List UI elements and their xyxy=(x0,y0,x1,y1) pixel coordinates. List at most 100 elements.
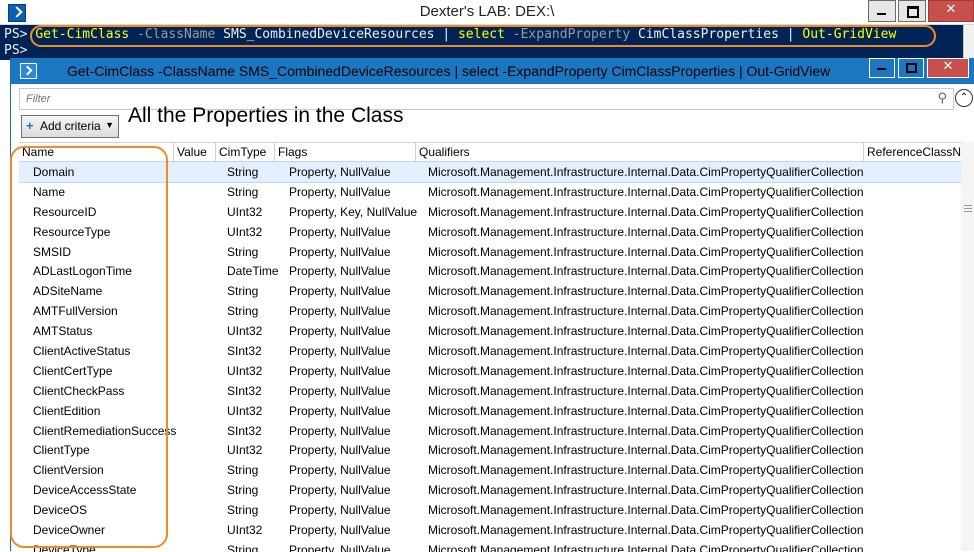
cell-name: DeviceOS xyxy=(33,503,88,518)
cell-cimtype: UInt32 xyxy=(227,363,263,378)
cell-value xyxy=(174,182,214,202)
cell-cimtype: String xyxy=(227,483,259,498)
cell-qualifiers: Microsoft.Management.Infrastructure.Inte… xyxy=(428,403,864,418)
table-row[interactable]: ClientRemediationSuccess SInt32 Property, … xyxy=(19,421,961,441)
collapse-icon[interactable]: ⌃ xyxy=(955,89,973,107)
minimize-button[interactable] xyxy=(869,58,895,78)
cell-qualifiers: Microsoft.Management.Infrastructure.Inte… xyxy=(428,542,864,552)
table-row[interactable]: DeviceAccessState String Property, NullVal… xyxy=(19,480,961,500)
cell-cimtype: SInt32 xyxy=(227,423,262,438)
cell-flags: Property, NullValue xyxy=(289,165,391,179)
console-scrollbar[interactable] xyxy=(963,25,974,60)
table-row[interactable]: AMTFullVersion String Property, NullValue M… xyxy=(19,301,961,321)
cell-qualifiers: Microsoft.Management.Infrastructure.Inte… xyxy=(428,523,864,538)
cell-value xyxy=(174,301,214,321)
cell-value xyxy=(174,540,214,552)
table-row[interactable]: Name String Property, NullValue Microsoft.M… xyxy=(19,182,961,202)
cell-name: ResourceID xyxy=(33,204,97,219)
add-criteria-button[interactable]: + Add criteria ▼ xyxy=(21,115,119,138)
outer-window-title: Dexter's LAB: DEX:\ xyxy=(419,3,555,20)
cell-qualifiers: Microsoft.Management.Infrastructure.Inte… xyxy=(428,244,864,259)
cell-name: ClientType xyxy=(33,443,90,458)
table-row[interactable]: ClientActiveStatus SInt32 Property, NullVa… xyxy=(19,341,961,361)
cell-name: ClientEdition xyxy=(33,403,101,418)
cell-cimtype: SInt32 xyxy=(227,383,262,398)
cell-qualifiers: Microsoft.Management.Infrastructure.Inte… xyxy=(428,224,864,239)
maximize-icon xyxy=(906,63,917,73)
cell-name: AMTStatus xyxy=(33,324,93,339)
table-row[interactable]: ClientEdition UInt32 Property, NullValue Mi… xyxy=(19,401,961,421)
cell-qualifiers: Microsoft.Management.Infrastructure.Inte… xyxy=(428,184,864,199)
table-row[interactable]: AMTStatus UInt32 Property, NullValue Micros… xyxy=(19,321,961,341)
cell-qualifiers: Microsoft.Management.Infrastructure.Inte… xyxy=(428,503,864,518)
cell-cimtype: String xyxy=(227,542,259,552)
cell-value xyxy=(174,242,214,262)
cell-value xyxy=(174,480,214,500)
cell-cimtype: String xyxy=(227,184,259,199)
cell-value xyxy=(174,341,214,361)
column-header-value[interactable]: Value xyxy=(174,143,216,161)
cell-name: DeviceAccessState xyxy=(33,483,137,498)
console-area[interactable]: PS> Get-CimClass -ClassName SMS_Combined… xyxy=(0,25,974,60)
cell-name: SMSID xyxy=(33,244,72,259)
add-criteria-label: Add criteria xyxy=(40,119,101,133)
table-row[interactable]: DeviceType String Property, NullValue Micro… xyxy=(19,540,961,552)
cell-name: Name xyxy=(33,184,66,199)
cell-qualifiers: Microsoft.Management.Infrastructure.Inte… xyxy=(428,344,864,359)
cell-name: ClientVersion xyxy=(33,463,104,478)
cell-cimtype: String xyxy=(227,304,259,319)
cell-flags: Property, NullValue xyxy=(289,284,391,299)
cell-name: ADLastLogonTime xyxy=(33,264,132,279)
table-row[interactable]: ClientVersion String Property, NullValue Mi… xyxy=(19,460,961,480)
table-row[interactable]: ADSiteName String Property, NullValue Micro… xyxy=(19,281,961,301)
cell-flags: Property, NullValue xyxy=(289,542,391,552)
cell-cimtype: UInt32 xyxy=(227,403,263,418)
cell-value xyxy=(174,401,214,421)
column-header-referenceclassname[interactable]: ReferenceClassN xyxy=(864,143,961,161)
maximize-button[interactable] xyxy=(898,0,926,22)
column-header-flags[interactable]: Flags xyxy=(275,143,416,161)
cell-cimtype: UInt32 xyxy=(227,523,263,538)
cell-cimtype: String xyxy=(227,165,259,179)
cell-cimtype: UInt32 xyxy=(227,224,263,239)
column-header-cimtype[interactable]: CimType xyxy=(216,143,275,161)
table-row[interactable]: ClientCheckPass SInt32 Property, NullValue… xyxy=(19,381,961,401)
powershell-icon xyxy=(20,63,37,79)
cell-flags: Property, NullValue xyxy=(289,304,391,319)
outer-window-titlebar: Dexter's LAB: DEX:\ xyxy=(0,0,974,25)
cell-flags: Property, NullValue xyxy=(289,324,391,339)
table-row[interactable]: ClientType UInt32 Property, NullValue Micro… xyxy=(19,440,961,460)
table-row[interactable]: DeviceOwner UInt32 Property, NullValue Micr… xyxy=(19,520,961,540)
close-button[interactable] xyxy=(928,0,974,22)
cell-value xyxy=(174,261,214,281)
cell-value xyxy=(174,361,214,381)
cell-cimtype: String xyxy=(227,463,259,478)
chevron-down-icon: ▼ xyxy=(105,120,114,130)
cell-flags: Property, NullValue xyxy=(289,184,391,199)
table-row[interactable]: DeviceOS String Property, NullValue Microso… xyxy=(19,500,961,520)
outer-window-controls xyxy=(866,0,974,22)
minimize-button[interactable] xyxy=(868,0,896,22)
cell-name: ClientCheckPass xyxy=(33,383,125,398)
close-button[interactable]: ✕ xyxy=(927,58,969,78)
cell-value xyxy=(174,381,214,401)
scrollbar-grip-icon[interactable] xyxy=(964,205,972,213)
cell-qualifiers: Microsoft.Management.Infrastructure.Inte… xyxy=(428,423,864,438)
cell-flags: Property, NullValue xyxy=(289,423,391,438)
table-row[interactable]: Domain String Property, NullValue Microsoft… xyxy=(19,161,961,183)
cell-cimtype: UInt32 xyxy=(227,443,263,458)
table-row[interactable]: ADLastLogonTime DateTime Property, NullVal… xyxy=(19,261,961,281)
table-row[interactable]: ClientCertType UInt32 Property, NullValue M… xyxy=(19,361,961,381)
minimize-icon xyxy=(877,68,886,70)
cell-qualifiers: Microsoft.Management.Infrastructure.Inte… xyxy=(428,204,864,219)
column-header-name[interactable]: Name xyxy=(19,143,174,161)
gridview-window: Get-CimClass -ClassName SMS_CombinedDevi… xyxy=(10,58,974,552)
maximize-button[interactable] xyxy=(898,58,924,78)
table-row[interactable]: ResourceID UInt32 Property, Key, NullValue… xyxy=(19,202,961,222)
table-row[interactable]: ResourceType UInt32 Property, NullValue Mic… xyxy=(19,222,961,242)
table-row[interactable]: SMSID String Property, NullValue Microsoft.… xyxy=(19,242,961,262)
grid-scrollbar[interactable] xyxy=(961,142,974,551)
column-header-qualifiers[interactable]: Qualifiers xyxy=(416,143,864,161)
search-icon[interactable]: ⚲ xyxy=(937,91,947,106)
grid-body: Domain String Property, NullValue Microsoft… xyxy=(19,161,961,552)
